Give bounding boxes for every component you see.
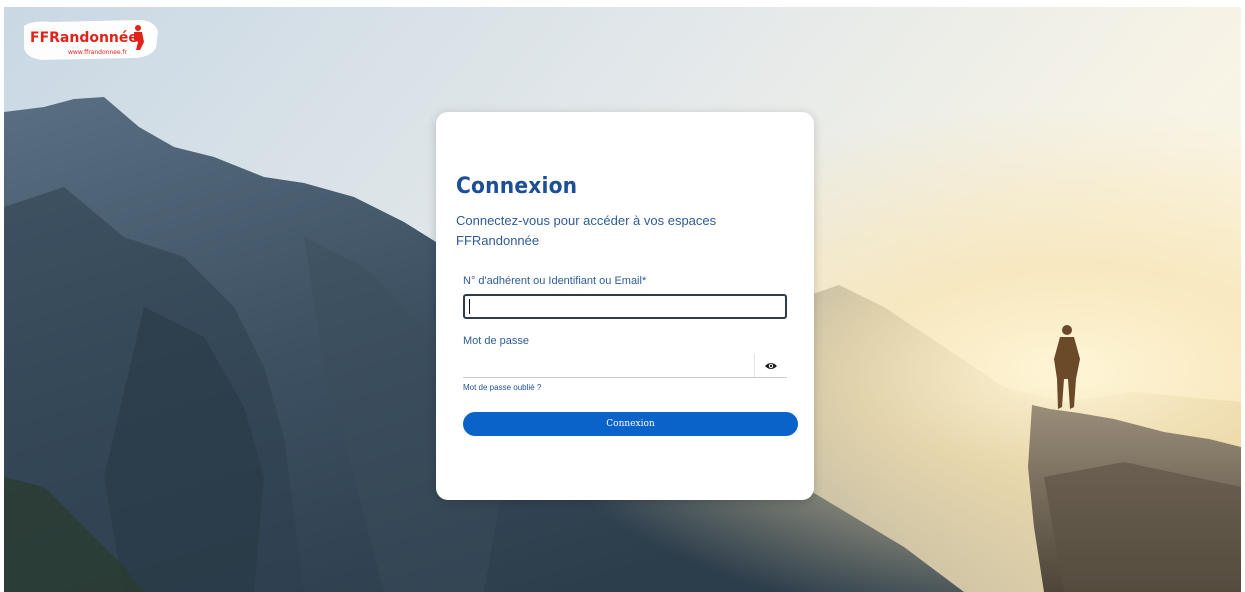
eye-icon[interactable] [754,354,787,377]
page-title: Connexion [456,174,578,199]
login-card: Connexion Connectez-vous pour accéder à … [436,112,814,500]
username-label: N° d'adhérent ou Identifiant ou Email* [463,275,647,287]
username-input[interactable] [463,294,787,319]
forgot-password-link[interactable]: Mot de passe oublié ? [463,383,541,392]
login-page: FFRandonnée www.ffrandonnee.fr Connexion… [0,0,1245,592]
text-caret [469,299,470,314]
page-subtitle: Connectez-vous pour accéder à vos espace… [456,213,717,248]
login-button[interactable]: Connexion [463,412,798,436]
svg-text:FFRandonnée: FFRandonnée [30,30,138,46]
ffrandonnee-logo[interactable]: FFRandonnée www.ffrandonnee.fr [22,18,160,62]
svg-text:www.ffrandonnee.fr: www.ffrandonnee.fr [68,49,128,56]
password-label: Mot de passe [463,335,530,347]
password-input[interactable] [463,354,787,378]
